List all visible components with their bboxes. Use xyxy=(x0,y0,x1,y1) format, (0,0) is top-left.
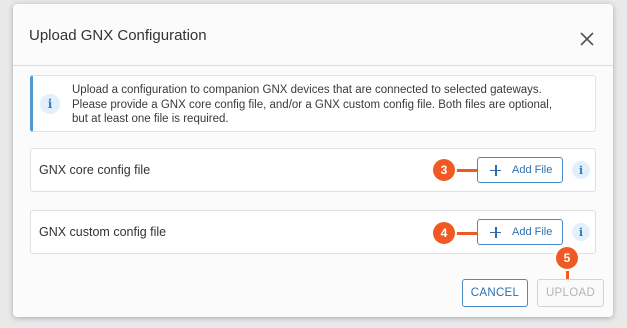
banner-text: Upload a configuration to companion GNX … xyxy=(72,83,592,127)
add-file-label: Add File xyxy=(512,226,553,238)
custom-info-icon[interactable]: i xyxy=(572,223,590,241)
banner-line: Upload a configuration to companion GNX … xyxy=(72,84,542,96)
info-banner: i Upload a configuration to companion GN… xyxy=(30,75,596,132)
dialog-header: Upload GNX Configuration xyxy=(13,4,613,66)
close-button[interactable] xyxy=(574,26,600,52)
custom-config-label: GNX custom config file xyxy=(39,225,167,239)
callout-marker-4: 4 xyxy=(433,222,455,244)
custom-add-file-button[interactable]: Add File xyxy=(477,219,563,245)
core-add-file-button[interactable]: Add File xyxy=(477,157,563,183)
dialog-title: Upload GNX Configuration xyxy=(29,27,207,44)
info-icon: i xyxy=(40,94,60,114)
banner-line: but at least one file is required. xyxy=(72,113,229,125)
upload-button: UPLOAD xyxy=(537,279,604,307)
core-config-label: GNX core config file xyxy=(39,163,151,177)
core-info-icon[interactable]: i xyxy=(572,161,590,179)
cancel-button[interactable]: CANCEL xyxy=(462,279,528,307)
core-config-row: GNX core config file 3 Add File i xyxy=(30,148,596,192)
callout-connector xyxy=(452,169,477,172)
upload-dialog: Upload GNX Configuration i Upload a conf… xyxy=(13,4,613,317)
callout-marker-3: 3 xyxy=(433,159,455,181)
add-file-label: Add File xyxy=(512,164,553,176)
plus-icon xyxy=(490,226,501,238)
custom-config-row: GNX custom config file 4 Add File i xyxy=(30,210,596,254)
close-icon xyxy=(580,32,594,46)
banner-line: Please provide a GNX core config file, a… xyxy=(72,98,553,111)
callout-marker-5: 5 xyxy=(556,247,578,269)
callout-connector xyxy=(452,232,477,235)
plus-icon xyxy=(490,164,501,176)
